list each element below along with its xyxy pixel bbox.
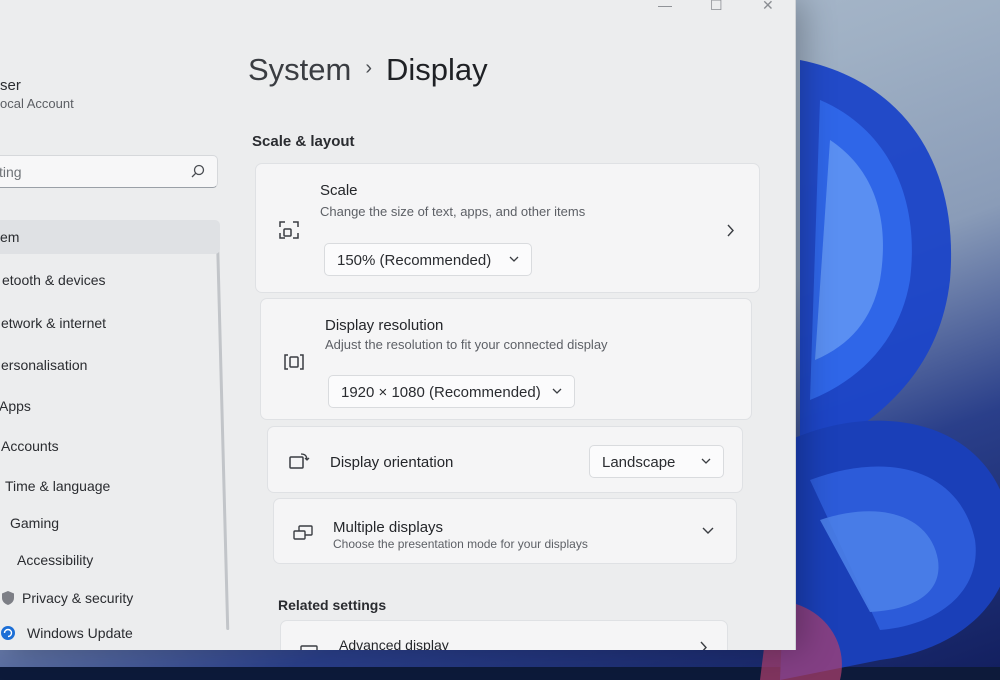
- chevron-down-icon: [702, 527, 714, 534]
- resolution-subtitle: Adjust the resolution to fit your connec…: [325, 337, 608, 352]
- resolution-dropdown-value: 1920 × 1080 (Recommended): [341, 384, 541, 401]
- sidebar-item-label: etwork & internet: [1, 315, 107, 331]
- section-title-related-settings: Related settings: [278, 597, 387, 613]
- scale-dropdown[interactable]: 150% (Recommended): [324, 243, 532, 276]
- chevron-right-icon: [700, 641, 707, 650]
- sidebar-item-label: etooth & devices: [2, 272, 106, 288]
- page-title: Display: [386, 52, 488, 87]
- advanced-display-card[interactable]: Advanced display: [280, 620, 728, 650]
- monitor-icon: [300, 645, 318, 650]
- multiple-displays-icon: [293, 525, 313, 540]
- chevron-down-icon: [701, 458, 711, 464]
- windows-update-icon: [1, 626, 15, 640]
- orientation-title: Display orientation: [330, 454, 454, 471]
- sidebar-item-network[interactable]: etwork & internet: [0, 306, 220, 340]
- user-account-type: ocal Account: [0, 96, 74, 111]
- sidebar-item-label: Time & language: [5, 478, 111, 494]
- sidebar-item-label: Accounts: [1, 438, 59, 454]
- multiple-displays-card[interactable]: Multiple displays Choose the presentatio…: [273, 498, 737, 564]
- multiple-displays-subtitle: Choose the presentation mode for your di…: [333, 537, 588, 551]
- chevron-down-icon: [552, 388, 562, 394]
- sidebar-item-label: Privacy & security: [22, 590, 134, 606]
- sidebar-item-label: ersonalisation: [1, 357, 88, 373]
- scale-dropdown-value: 150% (Recommended): [337, 252, 492, 269]
- search-icon: [191, 164, 205, 178]
- sidebar-item-personalisation[interactable]: ersonalisation: [0, 348, 220, 382]
- resolution-card: Display resolution Adjust the resolution…: [260, 298, 752, 420]
- sidebar-item-apps[interactable]: Apps: [0, 389, 220, 423]
- sidebar-item-privacy[interactable]: Privacy & security: [0, 581, 220, 615]
- windows-bloom-wallpaper: [760, 60, 1000, 680]
- breadcrumb: System › Display: [248, 52, 488, 88]
- sidebar: ser ocal Account ting em etooth & device…: [0, 0, 235, 650]
- sidebar-item-label: Gaming: [10, 515, 60, 531]
- resolution-dropdown[interactable]: 1920 × 1080 (Recommended): [328, 375, 575, 408]
- scale-title: Scale: [320, 182, 358, 199]
- sidebar-item-label: Apps: [0, 398, 31, 414]
- sidebar-item-label: Windows Update: [27, 625, 133, 641]
- search-placeholder: ting: [0, 164, 22, 180]
- sidebar-item-time-language[interactable]: Time & language: [0, 469, 220, 503]
- orientation-icon: [289, 453, 310, 469]
- scale-card[interactable]: Scale Change the size of text, apps, and…: [255, 163, 760, 293]
- sidebar-item-windows-update[interactable]: Windows Update: [0, 616, 220, 650]
- chevron-right-icon: [727, 224, 734, 237]
- orientation-dropdown-value: Landscape: [602, 454, 676, 471]
- sidebar-item-bluetooth[interactable]: etooth & devices: [0, 263, 220, 297]
- advanced-display-title: Advanced display: [339, 637, 449, 650]
- main-content: System › Display Scale & layout Scale Chan…: [235, 0, 795, 650]
- breadcrumb-parent[interactable]: System: [248, 52, 351, 87]
- scale-icon: [279, 221, 299, 239]
- orientation-dropdown[interactable]: Landscape: [589, 445, 724, 478]
- sidebar-item-accessibility[interactable]: Accessibility: [0, 543, 220, 577]
- sidebar-item-label: em: [0, 229, 20, 245]
- sidebar-item-system[interactable]: em: [0, 220, 220, 254]
- scale-subtitle: Change the size of text, apps, and other…: [320, 204, 586, 219]
- settings-window: — ☐ ✕ ser ocal Account ting em etooth & …: [0, 0, 796, 650]
- resolution-title: Display resolution: [325, 317, 444, 334]
- sidebar-item-label: Accessibility: [17, 552, 94, 568]
- multiple-displays-title: Multiple displays: [333, 519, 444, 536]
- search-input[interactable]: ting: [0, 155, 218, 188]
- orientation-card: Display orientation Landscape: [267, 426, 743, 493]
- sidebar-item-gaming[interactable]: Gaming: [0, 506, 220, 540]
- user-name: ser: [0, 77, 21, 94]
- sidebar-item-accounts[interactable]: Accounts: [0, 429, 220, 463]
- chevron-down-icon: [509, 256, 519, 262]
- shield-icon: [2, 591, 14, 605]
- breadcrumb-separator: ›: [365, 57, 373, 79]
- resolution-icon: [284, 354, 304, 370]
- section-title-scale-layout: Scale & layout: [252, 133, 355, 150]
